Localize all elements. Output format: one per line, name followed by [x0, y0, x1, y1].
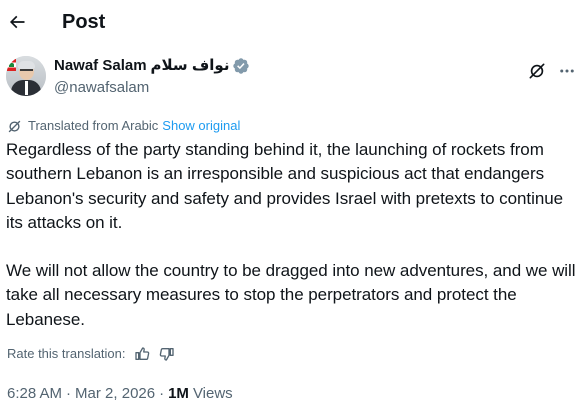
- author-names: Nawaf Salam نواف سلام @nawafsalam: [54, 56, 250, 98]
- show-original-link[interactable]: Show original: [162, 118, 240, 134]
- author-display-name[interactable]: Nawaf Salam: [54, 56, 147, 76]
- more-icon: [560, 69, 574, 73]
- post-author: Nawaf Salam نواف سلام @nawafsalam: [6, 56, 250, 98]
- author-display-name-arabic[interactable]: نواف سلام: [151, 56, 230, 76]
- verified-badge-icon[interactable]: [232, 57, 250, 75]
- grok-icon: [529, 63, 545, 79]
- more-button[interactable]: [556, 59, 578, 83]
- meta-separator: ·: [159, 385, 165, 402]
- back-button[interactable]: [5, 10, 29, 34]
- post-date[interactable]: Mar 2, 2026: [75, 384, 155, 404]
- page-title: Post: [62, 11, 106, 33]
- thumbs-up-icon: [134, 347, 149, 360]
- translate-icon: [7, 118, 23, 134]
- translated-from-label: Translated from Arabic: [28, 118, 159, 133]
- thumbs-down-button[interactable]: [158, 345, 176, 363]
- thumbs-up-button[interactable]: [133, 345, 151, 363]
- views-label: Views: [192, 385, 233, 402]
- avatar[interactable]: [6, 56, 46, 96]
- post-time[interactable]: 6:28 AM: [7, 384, 62, 404]
- post-paragraph: We will not allow the country to be drag…: [6, 261, 576, 329]
- rate-translation: Rate this translation:: [7, 345, 176, 363]
- views-count: 1M: [168, 385, 189, 402]
- post-text: Regardless of the party standing behind …: [6, 138, 576, 332]
- rate-translation-label: Rate this translation:: [7, 346, 126, 361]
- author-handle[interactable]: @nawafsalam: [54, 78, 250, 98]
- post-paragraph: Regardless of the party standing behind …: [6, 140, 564, 232]
- meta-separator: ·: [66, 385, 72, 402]
- translation-notice: Translated from Arabic Show original: [7, 118, 240, 134]
- grok-button[interactable]: [525, 59, 549, 83]
- top-bar: Post: [0, 0, 578, 44]
- post-meta: 6:28 AM · Mar 2, 2026 · 1M Views: [7, 384, 233, 404]
- arrow-left-icon: [9, 15, 25, 29]
- thumbs-down-icon: [159, 348, 174, 361]
